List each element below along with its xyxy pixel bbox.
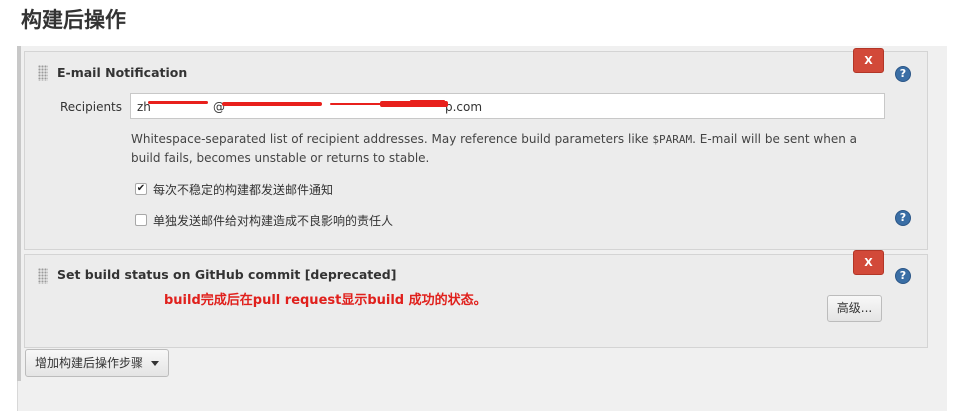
drag-handle-icon[interactable] — [38, 65, 48, 81]
chevron-down-icon — [151, 361, 159, 366]
drag-handle-icon[interactable] — [38, 268, 48, 284]
container-left-bar — [17, 46, 21, 381]
unstable-build-checkbox-label: 每次不稳定的构建都发送邮件通知 — [153, 183, 334, 197]
add-post-build-step-label: 增加构建后操作步骤 — [34, 356, 143, 370]
recipients-input[interactable]: zh @ p.com — [130, 93, 885, 119]
help-icon[interactable]: ? — [895, 268, 911, 284]
help-icon[interactable]: ? — [895, 66, 911, 82]
help-icon[interactable]: ? — [895, 210, 911, 226]
redaction-mark — [148, 101, 208, 104]
advanced-button[interactable]: 高级... — [827, 295, 882, 322]
individual-email-checkbox[interactable] — [135, 214, 147, 226]
unstable-build-checkbox[interactable]: ✔ — [135, 183, 147, 195]
description-text: Whitespace-separated list of recipient a… — [131, 132, 653, 146]
email-notification-title: E-mail Notification — [57, 65, 188, 80]
redaction-mark — [410, 100, 445, 102]
individual-email-checkbox-label: 单独发送邮件给对构建造成不良影响的责任人 — [153, 214, 394, 228]
redaction-mark — [222, 102, 322, 106]
add-post-build-step-button[interactable]: 增加构建后操作步骤 — [25, 349, 169, 377]
remove-email-notification-button[interactable]: X — [853, 48, 884, 73]
annotation-text: build完成后在pull request显示build 成功的状态。 — [164, 293, 487, 308]
recipients-description: Whitespace-separated list of recipient a… — [131, 130, 871, 167]
recipients-visible-text-3: p.com — [445, 100, 483, 114]
github-status-title: Set build status on GitHub commit [depre… — [57, 267, 397, 282]
remove-github-status-button[interactable]: X — [853, 250, 884, 275]
recipients-label: Recipients — [60, 100, 123, 114]
page-title: 构建后操作 — [21, 8, 126, 32]
description-param: $PARAM — [652, 133, 693, 146]
